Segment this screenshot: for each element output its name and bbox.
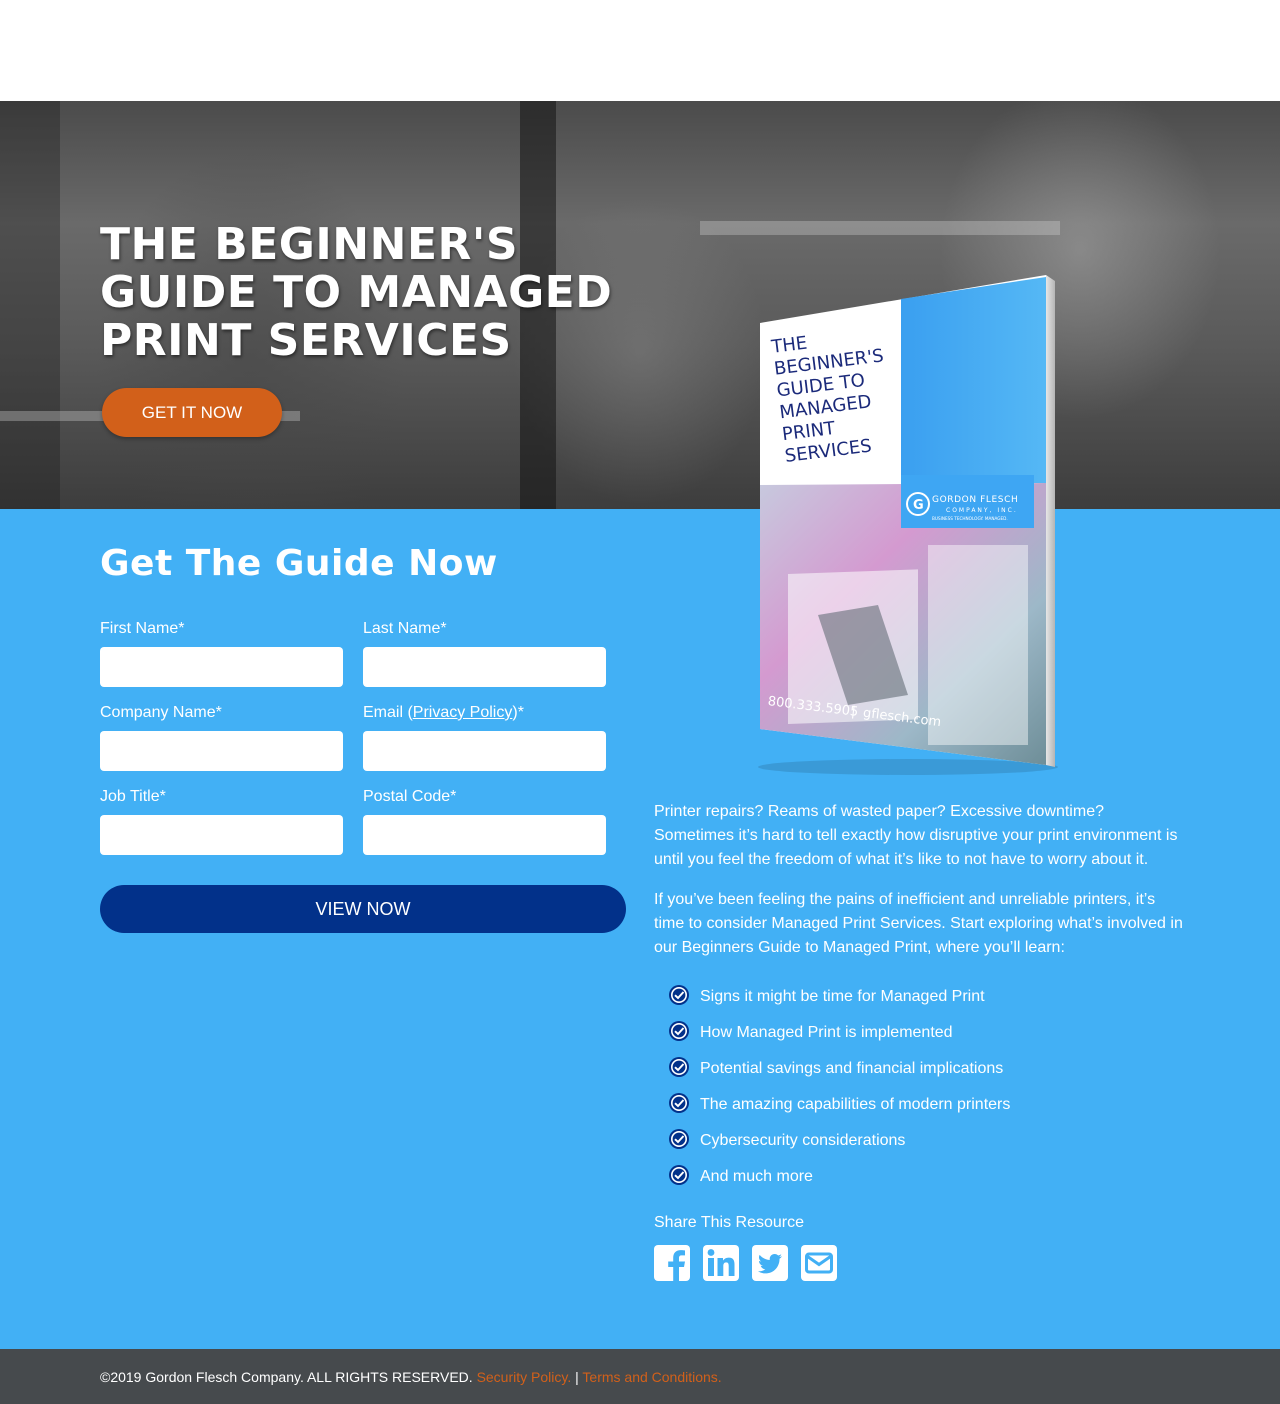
- learn-paragraph: If you’ve been feeling the pains of inef…: [654, 891, 1183, 956]
- postal-code-label: Postal Code*: [363, 788, 457, 805]
- guide-form-section: Get The Guide Now First Name* Last Name*…: [0, 509, 1280, 1349]
- list-item: Cybersecurity considerations: [668, 1128, 1010, 1164]
- email-label-suffix: )*: [512, 704, 524, 721]
- email-input[interactable]: [363, 731, 606, 771]
- hero-bg-pillar: [0, 101, 60, 509]
- hero-banner: THE BEGINNER'S GUIDE TO MANAGED PRINT SE…: [0, 101, 1280, 509]
- hero-title: THE BEGINNER'S GUIDE TO MANAGED PRINT SE…: [100, 219, 613, 366]
- copyright-text: ©2019 Gordon Flesch Company. ALL RIGHTS …: [100, 1369, 473, 1385]
- email-icon[interactable]: [801, 1245, 837, 1281]
- list-item: And much more: [668, 1164, 1010, 1200]
- twitter-icon[interactable]: [752, 1245, 788, 1281]
- book-brand-name: GORDON FLESCH: [932, 495, 1018, 505]
- hero-bg-desk: [700, 221, 1060, 235]
- privacy-policy-link[interactable]: Privacy Policy: [413, 704, 513, 721]
- list-item-text: The amazing capabilities of modern print…: [700, 1096, 1011, 1113]
- facebook-icon[interactable]: [654, 1245, 690, 1281]
- list-item-text: Signs it might be time for Managed Print: [700, 988, 985, 1005]
- list-item: How Managed Print is implemented: [668, 1020, 1010, 1056]
- list-item-text: Cybersecurity considerations: [700, 1132, 906, 1149]
- get-it-now-button[interactable]: GET IT NOW: [102, 388, 282, 437]
- footer-text: ©2019 Gordon Flesch Company. ALL RIGHTS …: [100, 1369, 722, 1385]
- list-item-text: Potential savings and financial implicat…: [700, 1060, 1004, 1077]
- check-circle-icon: [669, 1021, 689, 1041]
- book-brand-tagline: BUSINESS TECHNOLOGY. MANAGED.: [932, 516, 1008, 521]
- check-circle-icon: [669, 1057, 689, 1077]
- intro-paragraph: Printer repairs? Reams of wasted paper? …: [654, 803, 1178, 868]
- list-item-text: How Managed Print is implemented: [700, 1024, 953, 1041]
- list-item: Signs it might be time for Managed Print: [668, 984, 1010, 1020]
- top-header-bar: [0, 0, 1280, 101]
- book-logo-mark: G: [913, 498, 924, 513]
- list-item-text: And much more: [700, 1168, 813, 1185]
- check-circle-icon: [669, 985, 689, 1005]
- learn-list: Signs it might be time for Managed Print…: [668, 984, 1010, 1200]
- view-now-button[interactable]: VIEW NOW: [100, 885, 626, 933]
- check-circle-icon: [669, 1165, 689, 1185]
- last-name-label: Last Name*: [363, 620, 447, 637]
- job-title-input[interactable]: [100, 815, 343, 855]
- book-brand-sub: COMPANY, INC.: [946, 507, 1018, 514]
- job-title-label: Job Title*: [100, 788, 166, 805]
- form-title: Get The Guide Now: [100, 543, 498, 584]
- footer-separator: |: [575, 1369, 579, 1385]
- last-name-input[interactable]: [363, 647, 606, 687]
- first-name-input[interactable]: [100, 647, 343, 687]
- list-item: Potential savings and financial implicat…: [668, 1056, 1010, 1092]
- postal-code-input[interactable]: [363, 815, 606, 855]
- list-item: The amazing capabilities of modern print…: [668, 1092, 1010, 1128]
- company-name-label: Company Name*: [100, 704, 222, 721]
- share-label: Share This Resource: [654, 1214, 804, 1231]
- company-name-input[interactable]: [100, 731, 343, 771]
- first-name-label: First Name*: [100, 620, 185, 637]
- check-circle-icon: [669, 1093, 689, 1113]
- email-label: Email (Privacy Policy)*: [363, 704, 524, 722]
- terms-link[interactable]: Terms and Conditions.: [582, 1369, 721, 1385]
- page-footer: ©2019 Gordon Flesch Company. ALL RIGHTS …: [0, 1349, 1280, 1404]
- ebook-cover-image: G GORDON FLESCH COMPANY, INC. BUSINESS T…: [758, 275, 1058, 775]
- book-title-line: THE: [769, 333, 808, 358]
- check-circle-icon: [669, 1129, 689, 1149]
- security-policy-link[interactable]: Security Policy.: [477, 1369, 572, 1385]
- linkedin-icon[interactable]: [703, 1245, 739, 1281]
- email-label-prefix: Email (: [363, 704, 413, 721]
